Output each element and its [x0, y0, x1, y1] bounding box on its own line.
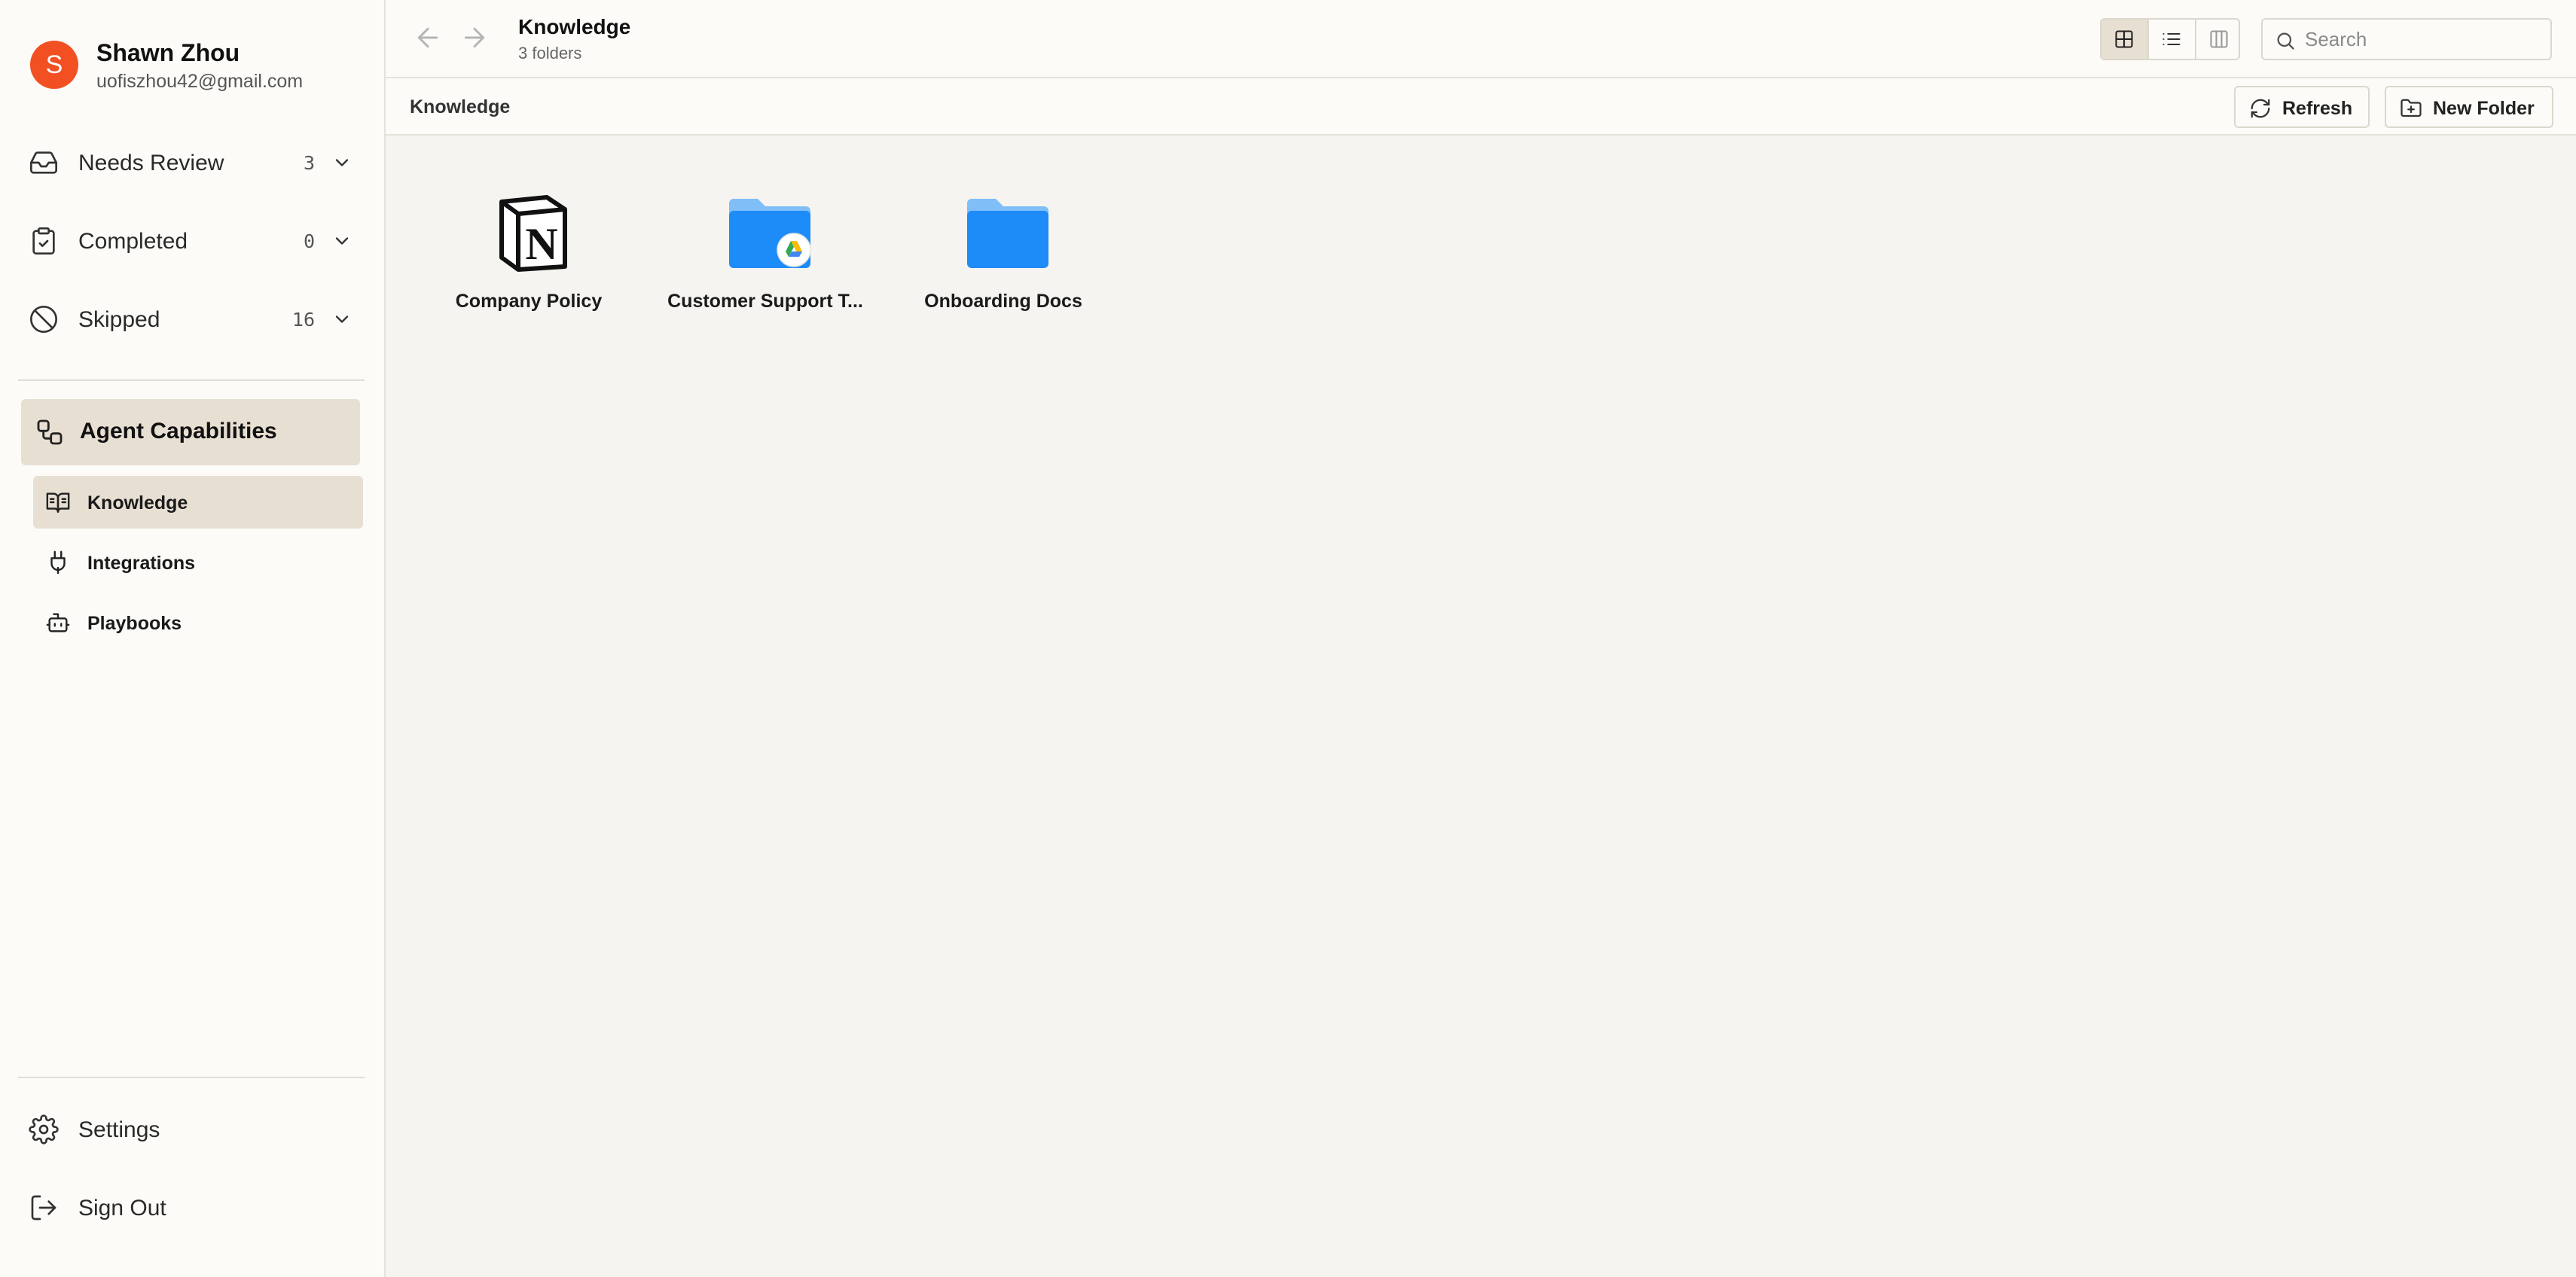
forward-arrow-icon[interactable] — [459, 23, 490, 53]
clipboard-check-icon — [32, 227, 55, 254]
sidebar-divider — [18, 379, 365, 381]
sidebar: S Shawn Zhou uofiszhou42@gmail.com Needs… — [0, 0, 386, 1277]
search-icon — [2277, 32, 2294, 50]
nav-skipped[interactable]: Skipped 16 — [29, 292, 360, 346]
avatar: S — [30, 41, 78, 89]
plug-icon — [50, 550, 66, 574]
folder-icon — [967, 199, 1048, 268]
folder-name: Onboarding Docs — [924, 291, 1082, 312]
top-bar: Knowledge 3 folders — [386, 0, 2576, 78]
bot-icon — [46, 613, 70, 632]
back-arrow-icon[interactable] — [413, 23, 443, 53]
nav-count: 16 — [291, 309, 315, 331]
log-out-icon — [31, 1195, 56, 1221]
nav-count: 0 — [303, 230, 315, 252]
refresh-label: Refresh — [2282, 98, 2353, 119]
breadcrumb-toolbar: Knowledge Refresh New Folder — [386, 78, 2576, 136]
nav-label: Sign Out — [78, 1196, 166, 1221]
page-subtitle: 3 folders — [518, 44, 582, 62]
chevron-down-icon[interactable] — [331, 309, 353, 330]
sidebar-item-playbooks[interactable]: Playbooks — [33, 596, 363, 649]
list-icon — [2162, 32, 2181, 46]
chevron-down-icon[interactable] — [331, 152, 353, 173]
workflow-icon — [37, 419, 63, 445]
breadcrumb[interactable]: Knowledge — [410, 96, 510, 118]
page-title: Knowledge — [518, 15, 631, 38]
sidebar-item-label: Knowledge — [87, 492, 188, 514]
ban-icon — [30, 306, 57, 333]
nav-needs-review[interactable]: Needs Review 3 — [29, 136, 360, 190]
nav-label: Settings — [78, 1117, 160, 1142]
grid-icon — [2115, 30, 2133, 48]
nav-completed[interactable]: Completed 0 — [29, 214, 360, 268]
nav-settings[interactable]: Settings — [29, 1102, 360, 1157]
svg-text:N: N — [525, 219, 557, 269]
google-drive-folder-icon — [729, 199, 811, 268]
sidebar-item-label: Playbooks — [87, 613, 182, 634]
new-folder-label: New Folder — [2433, 98, 2535, 119]
folder-name: Customer Support T... — [667, 291, 863, 312]
sidebar-divider — [18, 1077, 365, 1078]
nav-sign-out[interactable]: Sign Out — [29, 1181, 360, 1235]
inbox-icon — [30, 151, 57, 174]
refresh-icon — [2251, 99, 2270, 118]
view-mode-switcher — [2100, 18, 2240, 60]
refresh-button[interactable]: Refresh — [2234, 86, 2370, 128]
nav-label: Skipped — [78, 307, 160, 332]
columns-view-button[interactable] — [2196, 20, 2239, 59]
sidebar-item-agent-capabilities[interactable]: Agent Capabilities — [21, 399, 360, 465]
grid-view-button[interactable] — [2101, 20, 2147, 59]
folder-item[interactable]: Onboarding Docs — [890, 194, 1116, 330]
nav-label: Completed — [78, 229, 188, 254]
folder-plus-icon — [2401, 99, 2422, 117]
new-folder-button[interactable]: New Folder — [2385, 86, 2553, 128]
notion-icon: N — [499, 195, 567, 272]
list-view-button[interactable] — [2149, 20, 2195, 59]
folder-item[interactable]: Customer Support T... — [652, 194, 878, 330]
sidebar-item-label: Agent Capabilities — [80, 419, 277, 443]
book-open-icon — [46, 492, 70, 513]
sidebar-item-label: Integrations — [87, 553, 196, 574]
folder-item[interactable]: N Company Policy — [416, 194, 642, 330]
nav-label: Needs Review — [78, 151, 224, 175]
search-box[interactable] — [2261, 18, 2552, 60]
columns-icon — [2210, 30, 2228, 48]
folder-name: Company Policy — [455, 291, 603, 312]
search-input[interactable] — [2305, 26, 2546, 53]
gear-icon — [29, 1114, 59, 1144]
nav-count: 3 — [303, 152, 315, 174]
sidebar-item-knowledge[interactable]: Knowledge — [33, 476, 363, 529]
user-name: Shawn Zhou — [96, 39, 240, 66]
chevron-down-icon[interactable] — [331, 230, 353, 251]
sidebar-item-integrations[interactable]: Integrations — [33, 536, 363, 589]
user-profile[interactable]: S Shawn Zhou uofiszhou42@gmail.com — [30, 39, 362, 93]
user-email: uofiszhou42@gmail.com — [96, 71, 304, 92]
